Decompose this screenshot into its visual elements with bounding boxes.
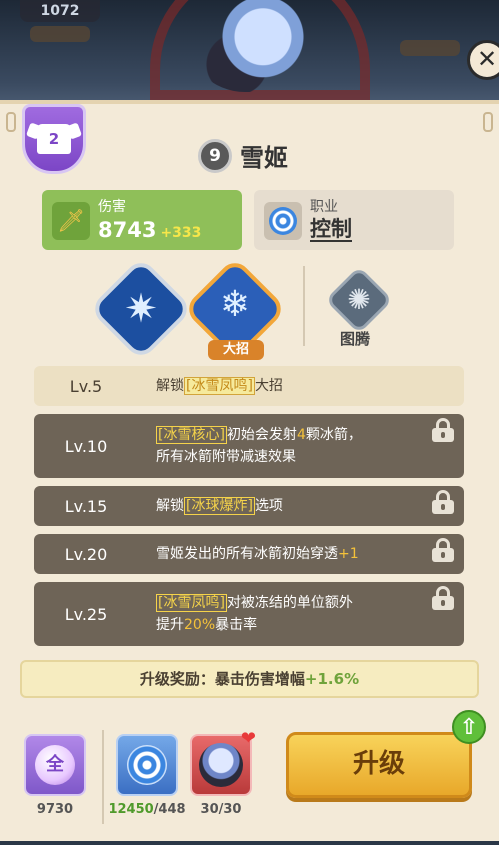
totem-label: 图腾 xyxy=(340,330,371,348)
divider xyxy=(102,730,104,824)
damage-label: 伤害 xyxy=(98,199,126,215)
hero-shard-count: 30/30 xyxy=(200,802,242,817)
panel-trim xyxy=(6,112,16,132)
sword-icon: 🗡 xyxy=(52,202,90,240)
coin-counter: 1072 xyxy=(20,0,100,22)
level-desc: [冰雪核心] 初始会发射4颗冰箭， 所有冰箭附带减速效果 xyxy=(156,426,362,465)
star-level-badge: 9 xyxy=(198,138,232,173)
damage-bonus: +333 xyxy=(160,225,202,241)
lock-icon xyxy=(432,538,454,562)
class-material-slot[interactable] xyxy=(116,734,178,796)
skill-highlight[interactable]: [冰球爆炸] xyxy=(184,497,255,515)
swirl-icon xyxy=(127,745,167,785)
universal-orb-icon: 全 xyxy=(35,745,75,785)
level-desc: 解锁 [冰球爆炸] 选项 xyxy=(156,497,283,515)
lock-icon xyxy=(432,490,454,514)
control-class-icon xyxy=(264,202,302,240)
level-label: Lv.25 xyxy=(64,604,108,624)
lock-icon xyxy=(432,586,454,610)
reward-label: 升级奖励：暴击伤害增幅 xyxy=(139,670,305,688)
shirt-icon: 2 xyxy=(37,124,71,154)
level-row: Lv.25 [冰雪凤鸣] 对被冻结的单位额外 提升20%暴击率 xyxy=(34,582,464,646)
close-button[interactable]: ✕ xyxy=(467,40,499,80)
hero-title: 9 雪姬 xyxy=(198,138,288,173)
skill-highlight[interactable]: [冰雪凤鸣] xyxy=(184,377,255,395)
hero-detail-panel: 2 9 雪姬 🗡 伤害 8743 +333 职业 控制 ✷ ❄ 大招 ✺ 图腾 L… xyxy=(0,100,499,841)
level-row: Lv.20 雪姬发出的所有冰箭初始穿透+1 xyxy=(34,534,464,574)
upgrade-button[interactable]: 升级 xyxy=(286,732,472,798)
heart-icon: ❤ xyxy=(240,728,256,749)
scene-decor xyxy=(400,40,460,56)
class-material-count: 12450/448 xyxy=(108,802,186,817)
universal-count: 9730 xyxy=(36,802,74,817)
upgrade-reward-bar: 升级奖励：暴击伤害增幅+1.6% xyxy=(20,660,479,698)
level-unlock-list: Lv.5 解锁 [冰雪凤鸣] 大招 Lv.10 [冰雪核心] 初始会发射4颗冰箭， 所… xyxy=(34,366,464,654)
universal-material-slot[interactable]: 全 xyxy=(24,734,86,796)
totem-swirl-icon: ✺ xyxy=(347,283,371,316)
skills-row: ✷ ❄ 大招 ✺ 图腾 xyxy=(0,256,499,362)
level-row: Lv.10 [冰雪核心] 初始会发射4颗冰箭， 所有冰箭附带减速效果 xyxy=(34,414,464,478)
level-label: Lv.10 xyxy=(64,436,108,456)
reward-value: +1.6% xyxy=(304,670,360,688)
divider xyxy=(303,266,305,346)
snowflake-skill-icon: ✷ xyxy=(124,286,158,332)
level-row: Lv.15 解锁 [冰球爆炸] 选项 xyxy=(34,486,464,526)
level-desc: [冰雪凤鸣] 对被冻结的单位额外 提升20%暴击率 xyxy=(156,594,353,633)
snowflake-ultimate-icon: ❄ xyxy=(219,284,251,325)
hero-shard-slot[interactable]: ❤ xyxy=(190,728,256,796)
scene-decor xyxy=(30,26,90,42)
damage-value: 8743 +333 xyxy=(98,218,202,242)
skill-highlight[interactable]: [冰雪核心] xyxy=(156,426,227,444)
panel-trim xyxy=(483,112,493,132)
class-stat[interactable]: 职业 控制 xyxy=(254,190,454,250)
level-label: Lv.20 xyxy=(64,544,108,564)
hero-name: 雪姬 xyxy=(240,144,288,172)
class-label: 职业 xyxy=(310,199,338,215)
level-label: Lv.5 xyxy=(69,376,103,396)
lock-icon xyxy=(432,418,454,442)
skill-highlight[interactable]: [冰雪凤鸣] xyxy=(156,594,227,612)
damage-stat: 🗡 伤害 8743 +333 xyxy=(42,190,242,250)
tier-value: 2 xyxy=(48,130,60,148)
upgrade-footer: 全 9730 12450/448 ❤ 30/30 升级 ⇧ xyxy=(0,710,499,845)
level-desc: 解锁 [冰雪凤鸣] 大招 xyxy=(156,377,283,395)
level-label: Lv.15 xyxy=(64,496,108,516)
upgrade-arrow-icon: ⇧ xyxy=(452,710,486,744)
class-value: 控制 xyxy=(310,217,352,242)
hero-shard-icon xyxy=(199,743,243,787)
level-desc: 雪姬发出的所有冰箭初始穿透+1 xyxy=(156,546,359,562)
tier-badge[interactable]: 2 xyxy=(22,104,86,174)
level-row: Lv.5 解锁 [冰雪凤鸣] 大招 xyxy=(34,366,464,406)
ultimate-tag: 大招 xyxy=(208,340,264,360)
